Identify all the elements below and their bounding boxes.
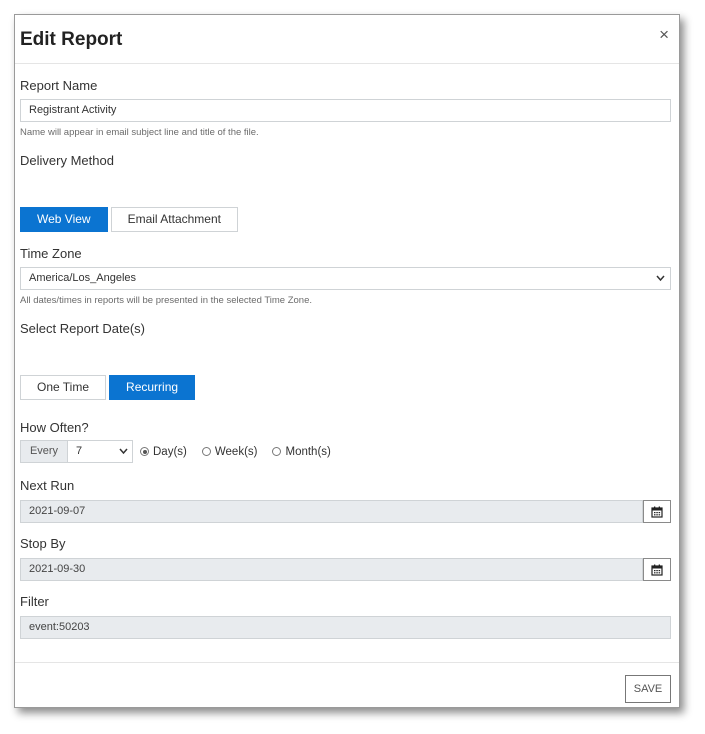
time-zone-help: All dates/times in reports will be prese… (20, 295, 313, 306)
how-often-label: How Often? (20, 420, 89, 435)
every-count-value: 7 (76, 445, 83, 457)
unit-days-option[interactable]: Day(s) (140, 446, 187, 458)
every-count-select[interactable]: 7 (68, 440, 133, 463)
radio-unchecked-icon[interactable] (201, 447, 211, 456)
edit-report-dialog: Edit Report × Report Name Registrant Act… (14, 14, 680, 708)
unit-weeks-label: Week(s) (214, 445, 258, 458)
delivery-method-label: Delivery Method (20, 153, 114, 168)
close-icon[interactable]: × (659, 25, 669, 45)
report-name-help: Name will appear in email subject line a… (20, 127, 259, 138)
next-run-input[interactable]: 2021-09-07 (20, 500, 643, 523)
how-often-row: Every 7 Day(s) Week(s) Month(s) (20, 440, 331, 463)
delivery-method-group: Web View Email Attachment (20, 207, 241, 232)
report-name-label: Report Name (20, 78, 98, 93)
report-name-input[interactable]: Registrant Activity (20, 99, 671, 122)
report-dates-group: One Time Recurring (20, 375, 198, 400)
next-run-label: Next Run (20, 478, 75, 493)
filter-label: Filter (20, 594, 49, 609)
every-addon: Every (20, 440, 68, 463)
unit-days-label: Day(s) (153, 445, 187, 458)
filter-input[interactable]: event:50203 (20, 616, 671, 639)
unit-months-label: Month(s) (285, 445, 331, 458)
stop-by-label: Stop By (20, 536, 66, 551)
chevron-down-icon (119, 441, 128, 470)
report-dates-recurring-button[interactable]: Recurring (109, 375, 196, 400)
unit-months-option[interactable]: Month(s) (272, 445, 331, 458)
unit-weeks-option[interactable]: Week(s) (201, 445, 258, 458)
report-dates-one-time-button[interactable]: One Time (20, 375, 107, 400)
calendar-icon (651, 564, 663, 576)
report-dates-label: Select Report Date(s) (20, 321, 145, 336)
save-button[interactable]: SAVE (625, 675, 671, 703)
next-run-calendar-button[interactable] (643, 500, 671, 523)
time-zone-label: Time Zone (20, 246, 82, 261)
dialog-header: Edit Report × (15, 15, 679, 64)
time-zone-value: America/Los_Angeles (29, 272, 137, 284)
footer-divider (15, 662, 679, 663)
dialog-title: Edit Report (20, 29, 123, 50)
time-zone-select[interactable]: America/Los_Angeles (20, 267, 671, 290)
radio-unchecked-icon[interactable] (272, 447, 282, 456)
delivery-web-view-button[interactable]: Web View (20, 207, 108, 232)
radio-checked-icon[interactable] (140, 447, 149, 456)
stop-by-calendar-button[interactable] (643, 558, 671, 581)
chevron-down-icon (656, 268, 665, 297)
delivery-email-attachment-button[interactable]: Email Attachment (110, 207, 238, 232)
calendar-icon (651, 506, 663, 518)
stop-by-input[interactable]: 2021-09-30 (20, 558, 643, 581)
